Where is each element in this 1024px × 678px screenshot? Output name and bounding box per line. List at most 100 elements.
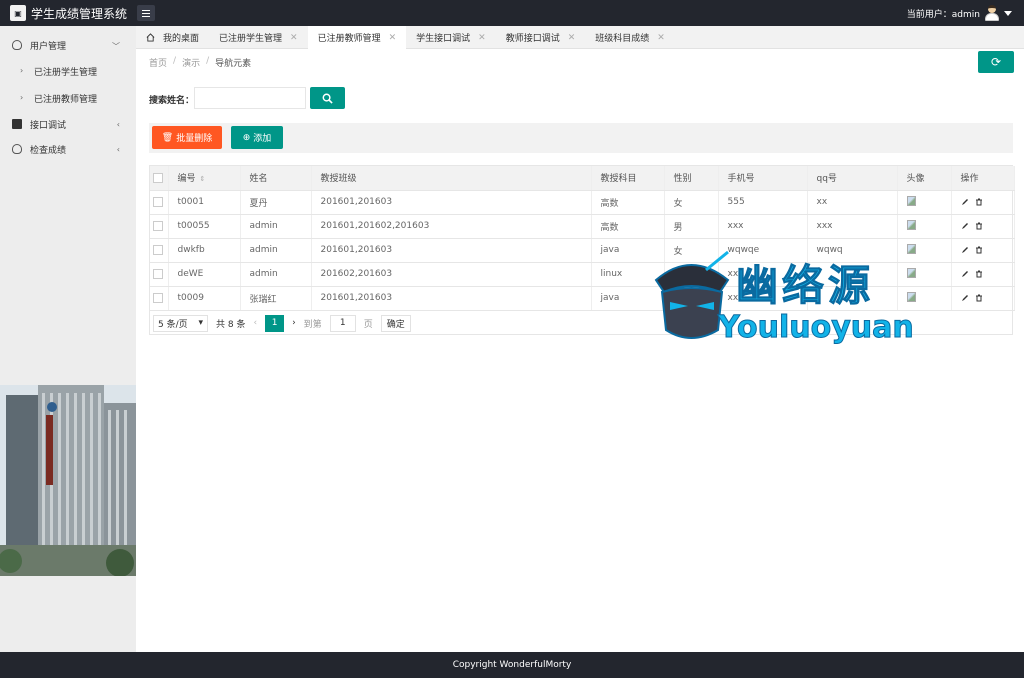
column-header-subject: 教授科目 bbox=[591, 166, 665, 191]
footer-copyright: Copyright WonderfulMorty bbox=[452, 660, 572, 670]
search-button[interactable] bbox=[310, 87, 345, 109]
tab-student-api-debug[interactable]: 学生接口调试 ✕ bbox=[406, 26, 496, 49]
table-cell: t00055 bbox=[168, 214, 241, 239]
current-page-button[interactable]: 1 bbox=[265, 314, 285, 332]
table-cell: 高数 bbox=[591, 214, 665, 239]
table-cell: 夏丹 bbox=[240, 190, 312, 215]
breadcrumb: 首页 / 演示 / 导航元素 bbox=[149, 56, 251, 69]
search-icon bbox=[322, 93, 333, 104]
table-cell: 201601,201603 bbox=[311, 238, 592, 263]
tab-label: 已注册教师管理 bbox=[317, 34, 381, 44]
table-cell: 201601,201602,201603 bbox=[311, 214, 592, 239]
trash-icon[interactable] bbox=[975, 246, 983, 254]
watermark-cn-text: 幽络源 bbox=[735, 261, 875, 311]
column-header-classes: 教授班级 bbox=[311, 166, 592, 191]
building-image bbox=[0, 385, 136, 576]
page-size-value: 5 条/页 bbox=[158, 319, 188, 330]
next-page-icon[interactable]: › bbox=[292, 318, 296, 328]
goto-confirm-button[interactable]: 确定 bbox=[380, 314, 411, 332]
trash-icon[interactable] bbox=[975, 270, 983, 278]
sidebar-subitem-registered-students[interactable]: › 已注册学生管理 bbox=[0, 58, 136, 85]
column-header-actions: 操作 bbox=[951, 166, 1015, 191]
close-icon[interactable]: ✕ bbox=[290, 33, 298, 43]
edit-icon[interactable] bbox=[961, 246, 969, 254]
sidebar-item-label: 接口调试 bbox=[30, 121, 67, 131]
edit-icon[interactable] bbox=[961, 270, 969, 278]
edit-icon[interactable] bbox=[961, 198, 969, 206]
tab-label: 已注册学生管理 bbox=[219, 34, 283, 44]
menu-toggle-button[interactable] bbox=[137, 5, 155, 21]
trash-icon[interactable] bbox=[975, 198, 983, 206]
tab-bar: 我的桌面 已注册学生管理 ✕ 已注册教师管理 ✕ 学生接口调试 ✕ 教师接口调试 ✕ 班… bbox=[136, 26, 1024, 49]
table-cell: deWE bbox=[168, 262, 241, 287]
table-row[interactable]: t0001 夏丹 201601,201603 高数女 555 xx bbox=[150, 190, 1015, 215]
current-user-label: 当前用户：admin bbox=[906, 9, 980, 20]
refresh-icon: ⟳ bbox=[990, 55, 1002, 69]
chevron-right-icon: › bbox=[20, 93, 24, 102]
table-cell: 201601,201603 bbox=[311, 286, 592, 311]
tab-class-subject-grades[interactable]: 班级科目成绩 ✕ bbox=[585, 26, 675, 49]
page-size-select[interactable]: 5 条/页 ▾ bbox=[153, 314, 208, 332]
table-cell: admin bbox=[240, 214, 312, 239]
edit-icon[interactable] bbox=[961, 222, 969, 230]
search-input[interactable] bbox=[194, 87, 306, 109]
close-icon[interactable]: ✕ bbox=[478, 33, 486, 43]
trash-icon[interactable] bbox=[975, 222, 983, 230]
breadcrumb-home[interactable]: 首页 bbox=[149, 56, 167, 69]
close-icon[interactable]: ✕ bbox=[657, 33, 665, 43]
batch-delete-button[interactable]: 🗑 批量删除 bbox=[152, 126, 222, 149]
table-cell: admin bbox=[240, 262, 312, 287]
refresh-button[interactable]: ⟳ bbox=[978, 51, 1014, 73]
broken-image-icon bbox=[906, 195, 916, 206]
table-cell: admin bbox=[240, 238, 312, 263]
tab-label: 教师接口调试 bbox=[505, 34, 560, 44]
sort-icon[interactable]: ⇕ bbox=[200, 175, 206, 183]
caret-down-icon[interactable] bbox=[1004, 10, 1012, 16]
select-all-checkbox[interactable] bbox=[153, 172, 163, 183]
table-row[interactable]: t00055 admin 201601,201602,201603 高数男 xxx xxx bbox=[150, 214, 1015, 239]
table-header-row: 编号 ⇕ 姓名 教授班级 教授科目 性别 手机号 qq号 头像 操作 bbox=[150, 166, 1015, 191]
row-checkbox[interactable] bbox=[153, 244, 163, 255]
column-header-name: 姓名 bbox=[240, 166, 312, 191]
breadcrumb-separator: / bbox=[173, 56, 177, 66]
tab-label: 我的桌面 bbox=[163, 34, 200, 44]
row-checkbox[interactable] bbox=[153, 292, 163, 303]
column-header-qq: qq号 bbox=[807, 166, 898, 191]
table-cell: 555 bbox=[718, 190, 808, 215]
table-cell: t0009 bbox=[168, 286, 241, 311]
total-count: 共 8 条 bbox=[216, 319, 246, 330]
home-icon bbox=[146, 33, 155, 42]
sidebar-item-label: 已注册学生管理 bbox=[34, 68, 98, 78]
user-menu[interactable]: 当前用户：admin bbox=[907, 0, 1012, 26]
column-header-id[interactable]: 编号 ⇕ bbox=[168, 166, 241, 191]
edit-icon[interactable] bbox=[961, 294, 969, 302]
tab-teacher-api-debug[interactable]: 教师接口调试 ✕ bbox=[496, 26, 586, 49]
tab-registered-students[interactable]: 已注册学生管理 ✕ bbox=[209, 26, 308, 49]
row-checkbox[interactable] bbox=[153, 268, 163, 279]
tab-my-desktop[interactable]: 我的桌面 bbox=[136, 26, 209, 49]
add-button[interactable]: ⊕ 添加 bbox=[231, 126, 283, 149]
sidebar-item-user-management[interactable]: 用户管理 ﹀ bbox=[0, 33, 136, 58]
goto-page-input[interactable]: 1 bbox=[329, 314, 356, 332]
tab-registered-teachers[interactable]: 已注册教师管理 ✕ bbox=[307, 26, 407, 49]
sidebar-item-api-debug[interactable]: 接口调试 ‹ bbox=[0, 112, 136, 137]
row-checkbox[interactable] bbox=[153, 220, 163, 231]
chevron-down-icon: ▾ bbox=[198, 318, 203, 328]
breadcrumb-separator: / bbox=[206, 56, 210, 66]
document-icon bbox=[12, 119, 22, 129]
prev-page-icon[interactable]: ‹ bbox=[253, 318, 257, 328]
breadcrumb-demo[interactable]: 演示 bbox=[182, 56, 200, 69]
app-logo: ▣ bbox=[10, 5, 26, 21]
chevron-left-icon: ‹ bbox=[116, 145, 120, 154]
close-icon[interactable]: ✕ bbox=[568, 33, 576, 43]
sidebar-item-check-grades[interactable]: 检查成绩 ‹ bbox=[0, 137, 136, 162]
breadcrumb-current: 导航元素 bbox=[215, 59, 252, 69]
row-checkbox[interactable] bbox=[153, 196, 163, 207]
sidebar-item-label: 已注册教师管理 bbox=[34, 95, 98, 105]
close-icon[interactable]: ✕ bbox=[389, 33, 397, 43]
table-cell: xx bbox=[807, 190, 898, 215]
avatar-icon[interactable] bbox=[984, 4, 1000, 22]
sidebar-subitem-registered-teachers[interactable]: › 已注册教师管理 bbox=[0, 85, 136, 112]
trash-icon[interactable] bbox=[975, 294, 983, 302]
add-label: 添加 bbox=[253, 134, 272, 144]
